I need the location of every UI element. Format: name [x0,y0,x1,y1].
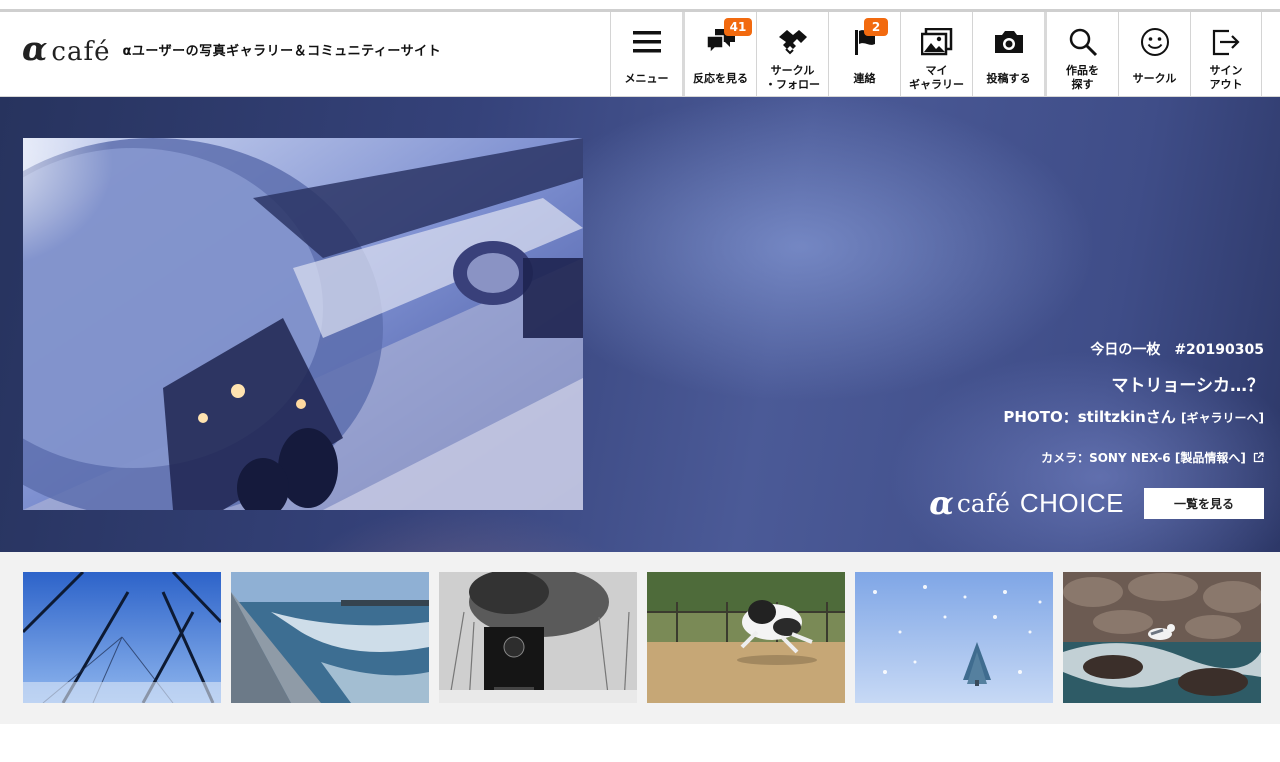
reactions-count-badge: 41 [724,18,752,36]
hero-banner: 今日の一枚 #20190305 マトリョーシカ…？ PHOTO：stiltzki… [0,97,1280,552]
site-tagline: αユーザーの写真ギャラリー＆コミュニティーサイト [122,44,442,59]
nav-search-works[interactable]: 作品を 探す [1044,12,1118,96]
camera-info[interactable]: カメラ：SONY NEX-6 [製品情報へ] [1003,449,1264,466]
choice-label: CHOICE [1019,487,1124,518]
smiley-icon [1139,26,1171,58]
nav-reactions[interactable]: 反応を見る 41 [682,12,756,96]
nav-circle-follow[interactable]: サークル ・フォロー [756,12,828,96]
camera-icon [993,26,1025,58]
nav-contact[interactable]: 連絡 2 [828,12,900,96]
hero-photo[interactable] [23,138,583,510]
contact-count-badge: 2 [864,18,888,36]
nav-circle-follow-label: サークル ・フォロー [765,64,820,91]
photo-of-the-day-info: 今日の一枚 #20190305 マトリョーシカ…？ PHOTO：stiltzki… [1003,339,1264,466]
nav-contact-label: 連絡 [853,72,876,85]
hamburger-menu-icon [631,26,663,58]
nav-menu[interactable]: メニュー [610,12,682,96]
view-list-button[interactable]: 一覧を見る [1144,487,1264,519]
nav-my-gallery[interactable]: マイ ギャラリー [900,12,972,96]
nav-reactions-label: 反応を見る [693,72,748,85]
handshake-icon [777,26,809,58]
nav-post[interactable]: 投稿する [972,12,1044,96]
thumbnail-winter-trees[interactable] [23,572,221,703]
photo-of-the-day-date: 今日の一枚 #20190305 [1090,342,1264,358]
photographer-line: PHOTO：stiltzkinさん [ギャラリーへ] [1003,406,1264,427]
gallery-link[interactable]: [ギャラリーへ] [1181,411,1264,425]
choice-logo-alpha: α [929,484,954,522]
nav-search-works-label: 作品を 探す [1066,64,1099,91]
search-icon [1067,26,1099,58]
thumbnail-running-dog[interactable] [647,572,845,703]
nav-sign-out-label: サイン アウト [1209,64,1243,91]
site-header: α café αユーザーの写真ギャラリー＆コミュニティーサイト メニュー 反応を… [0,12,1280,97]
site-logo[interactable]: α café [22,32,110,67]
nav-post-label: 投稿する [986,72,1031,85]
logo-cafe: café [51,37,111,67]
thumbnail-seagull-rocks[interactable] [1063,572,1261,703]
thumbnail-steam-locomotive[interactable] [439,572,637,703]
choice-logo-cafe: café [956,488,1010,518]
nav-sign-out[interactable]: サイン アウト [1190,12,1262,96]
external-link-icon [1250,451,1264,465]
thumbnail-seawall-waves[interactable] [231,572,429,703]
nav-circle-label: サークル [1132,72,1177,85]
thumbnail-strip [0,552,1280,724]
global-nav: メニュー 反応を見る 41 サークル ・フォロー 連絡 2 マイ ギャラリー 投… [610,12,1262,96]
photographer-name[interactable]: PHOTO：stiltzkinさん [1003,408,1181,426]
brand: α café αユーザーの写真ギャラリー＆コミュニティーサイト [22,32,441,67]
logo-alpha: α [22,29,48,68]
nav-circle[interactable]: サークル [1118,12,1190,96]
gallery-icon [920,26,953,58]
nav-my-gallery-label: マイ ギャラリー [909,64,964,91]
choice-section: α café CHOICE 一覧を見る [929,487,1264,519]
sign-out-icon [1210,26,1242,58]
nav-menu-label: メニュー [624,72,669,85]
camera-info-text: カメラ：SONY NEX-6 [製品情報へ] [1041,451,1246,465]
photo-title[interactable]: マトリョーシカ…？ [1003,371,1264,396]
thumbnail-snowy-tree[interactable] [855,572,1053,703]
